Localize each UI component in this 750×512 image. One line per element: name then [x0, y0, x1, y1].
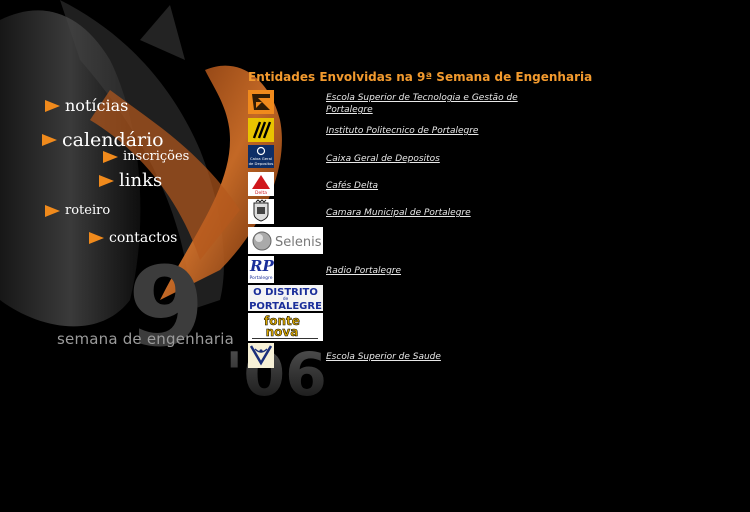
entity-link[interactable]: Caixa Geral de Depositos	[326, 153, 526, 165]
entity-row: Escola Superior de Tecnologia e Gestão d…	[248, 90, 548, 118]
entity-row: Selenis	[248, 227, 548, 255]
nav-contactos[interactable]: contactos	[89, 230, 177, 246]
estg-logo-icon[interactable]	[248, 90, 274, 114]
entity-link[interactable]: Radio Portalegre	[326, 265, 526, 277]
svg-text:RP: RP	[249, 257, 274, 275]
fonte-nova-logo-icon[interactable]: fonte nova	[248, 313, 323, 341]
ipp-logo-icon[interactable]	[248, 118, 274, 142]
arrow-icon	[99, 174, 114, 187]
entity-row: fonte nova	[248, 313, 548, 341]
arrow-icon	[89, 232, 104, 244]
entity-row: Escola Superior de Saude	[248, 343, 548, 369]
cgd-logo-icon[interactable]: Caixa Geral de Depositos	[248, 145, 274, 168]
nav-roteiro[interactable]: roteiro	[45, 203, 110, 218]
nav-label: notícias	[65, 96, 129, 115]
arrow-icon	[42, 134, 57, 146]
entity-link[interactable]: Camara Municipal de Portalegre	[326, 207, 526, 219]
entity-row: O DISTRITO de PORTALEGRE	[248, 285, 548, 311]
nav-label: inscrições	[123, 149, 190, 164]
nav-inscricoes[interactable]: inscrições	[103, 149, 189, 164]
entity-link[interactable]: Cafés Delta	[326, 180, 526, 192]
o-distrito-logo-icon[interactable]: O DISTRITO de PORTALEGRE	[248, 285, 323, 311]
tagline: semana de engenharia	[57, 330, 235, 348]
entity-row: Camara Municipal de Portalegre	[248, 199, 548, 225]
arrow-icon	[45, 99, 60, 112]
svg-text:9: 9	[128, 243, 205, 371]
selenis-text: Selenis	[275, 235, 322, 250]
nav-calendario[interactable]: calendário	[42, 129, 164, 151]
entity-row: RP Portalegre Radio Portalegre	[248, 256, 548, 284]
cmp-logo-icon[interactable]	[248, 199, 274, 224]
arrow-icon	[103, 150, 118, 163]
entity-link[interactable]: Escola Superior de Saude	[326, 351, 526, 363]
entity-row: Delta Cafés Delta	[248, 172, 548, 196]
svg-text:Portalegre: Portalegre	[249, 275, 272, 281]
entity-row: Caixa Geral de Depositos Caixa Geral de …	[248, 145, 548, 169]
selenis-logo-icon[interactable]: Selenis	[248, 227, 323, 254]
nav-noticias[interactable]: notícias	[45, 96, 128, 115]
nav-label: calendário	[62, 129, 164, 151]
svg-text:PORTALEGRE: PORTALEGRE	[249, 301, 322, 311]
entity-link[interactable]: Instituto Politecnico de Portalegre	[326, 125, 526, 137]
ess-logo-icon[interactable]	[248, 343, 274, 368]
page-title: Entidades Envolvidas na 9ª Semana de Eng…	[248, 70, 593, 84]
entity-link[interactable]: Escola Superior de Tecnologia e Gestão d…	[326, 92, 526, 116]
svg-text:Delta: Delta	[255, 190, 267, 196]
nav-label: contactos	[109, 230, 178, 246]
entity-row: Instituto Politecnico de Portalegre	[248, 118, 548, 144]
nav-label: roteiro	[65, 203, 111, 218]
svg-text:nova: nova	[266, 325, 299, 339]
rp-logo-icon[interactable]: RP Portalegre	[248, 256, 274, 283]
svg-text:de Depositos: de Depositos	[249, 161, 274, 166]
nav-links[interactable]: links	[99, 170, 162, 191]
delta-logo-icon[interactable]: Delta	[248, 172, 274, 196]
nav-label: links	[119, 170, 163, 191]
arrow-icon	[45, 204, 60, 217]
